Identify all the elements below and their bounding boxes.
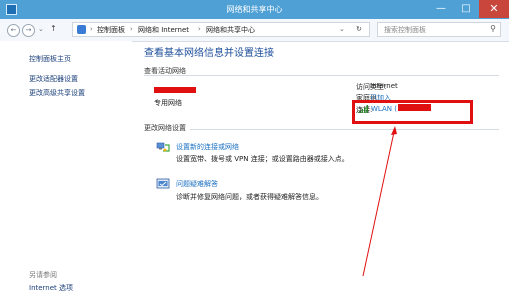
address-dropdown[interactable]: ⌄ [339, 25, 345, 33]
up-button[interactable]: ↑ [50, 24, 57, 33]
search-box[interactable]: 搜索控制面板 ⚲ [377, 22, 501, 37]
sidebar: 控制面板主页 更改适配器设置 更改高级共享设置 另请参阅 Internet 选项 [0, 41, 132, 292]
troubleshoot-link[interactable]: 问题疑难解答 [176, 179, 218, 189]
sidebar-item-internet-options[interactable]: Internet 选项 [29, 283, 73, 293]
close-button[interactable]: ✕ [479, 0, 509, 18]
maximize-button[interactable]: □ [454, 0, 478, 18]
divider [144, 129, 499, 130]
troubleshoot-desc: 诊断并修复网络问题，或者获得疑难解答信息。 [176, 193, 323, 201]
divider [144, 75, 499, 76]
breadcrumb-sep: › [198, 25, 201, 33]
main-content: 查看基本网络信息并设置连接 查看活动网络 专用网络 访问类型: 家庭组: 连接:… [132, 41, 509, 288]
sidebar-item-control-panel-home[interactable]: 控制面板主页 [29, 54, 71, 64]
title-bar: 网络和共享中心 — □ ✕ [0, 0, 509, 19]
sidebar-item-change-advanced-sharing[interactable]: 更改高级共享设置 [29, 88, 85, 98]
minimize-button[interactable]: — [429, 0, 453, 18]
network-setup-icon [156, 141, 170, 153]
address-toolbar: ← → ⌄ ↑ › 控制面板 › 网络和 Internet › 网络和共享中心 … [0, 19, 509, 42]
search-input[interactable]: 搜索控制面板 [384, 25, 426, 35]
troubleshoot-icon [156, 178, 170, 190]
breadcrumb-sep: › [90, 25, 93, 33]
annotation-highlight-box [352, 100, 473, 124]
magnifier-icon[interactable]: ⚲ [490, 24, 496, 33]
network-type: 专用网络 [154, 99, 182, 107]
refresh-button[interactable]: ↻ [356, 25, 362, 33]
breadcrumb-control-panel[interactable]: 控制面板 [97, 25, 125, 35]
redacted-network-name [154, 87, 196, 93]
sidebar-item-change-adapter-settings[interactable]: 更改适配器设置 [29, 74, 78, 84]
setup-new-connection-link[interactable]: 设置新的连接或网络 [176, 142, 239, 152]
control-panel-icon [77, 25, 86, 34]
address-input[interactable]: › 控制面板 › 网络和 Internet › 网络和共享中心 ⌄ ↻ [72, 22, 370, 37]
page-title: 查看基本网络信息并设置连接 [144, 48, 274, 59]
access-type-value: Internet [370, 82, 398, 90]
breadcrumb-network-internet[interactable]: 网络和 Internet [138, 25, 189, 35]
setup-new-connection-desc: 设置宽带、拨号或 VPN 连接；或设置路由器或接入点。 [176, 155, 349, 163]
forward-button[interactable]: → [22, 24, 35, 37]
breadcrumb-sep: › [130, 25, 133, 33]
breadcrumb-network-sharing-center[interactable]: 网络和共享中心 [206, 25, 255, 35]
back-button[interactable]: ← [7, 24, 20, 37]
change-settings-heading: 更改网络设置 [144, 123, 190, 133]
recent-locations-dropdown[interactable]: ⌄ [38, 25, 44, 33]
see-also-heading: 另请参阅 [29, 271, 57, 279]
